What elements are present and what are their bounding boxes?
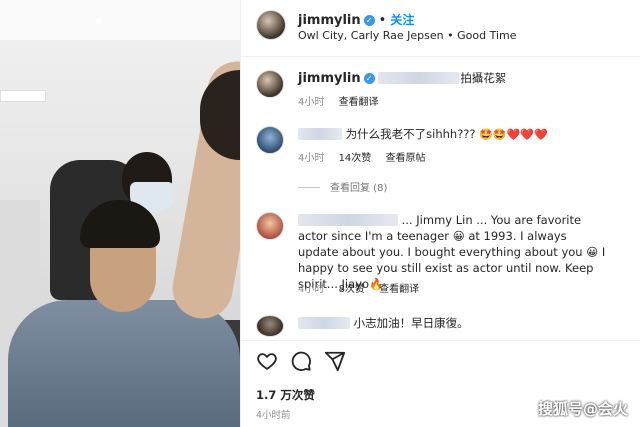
username-link[interactable]: jimmylin <box>298 71 361 86</box>
timestamp: 4小时 <box>298 284 325 295</box>
view-original-link[interactable]: 查看原帖 <box>385 153 425 164</box>
verified-badge-icon: ✓ <box>363 73 375 84</box>
view-replies-label: 查看回复 (8) <box>330 183 388 194</box>
share-icon[interactable] <box>324 350 346 372</box>
post-side-panel: jimmylin ✓ • 关注 Owl City, Carly Rae Jepsen … <box>240 0 640 427</box>
ceiling-light <box>96 18 102 24</box>
blurred-text <box>378 72 461 84</box>
avatar[interactable] <box>256 315 284 337</box>
ceiling <box>0 0 240 40</box>
username-link[interactable]: jimmylin <box>298 13 361 28</box>
comment-meta: 4小时 8次赞 查看翻译 <box>298 280 430 295</box>
comment-icon[interactable] <box>290 350 312 372</box>
heart-icon[interactable] <box>256 350 278 372</box>
timestamp: 4小时 <box>298 153 325 164</box>
avatar[interactable] <box>256 126 284 154</box>
emoji-sequence: 🤩🤩❤️❤️❤️ <box>479 128 548 141</box>
caption-text: jimmylin ✓ 拍攝花絮 <box>298 70 608 87</box>
timestamp: 4小时 <box>298 97 325 108</box>
likes-count[interactable]: 1.7 万次赞 <box>256 387 315 403</box>
view-replies-button[interactable]: 查看回复 (8) <box>298 179 387 194</box>
separator-dot: • <box>378 13 387 28</box>
blurred-username <box>298 214 398 226</box>
verified-badge-icon: ✓ <box>363 15 375 26</box>
post-photo[interactable] <box>0 0 240 427</box>
post-header: jimmylin ✓ • 关注 Owl City, Carly Rae Jepsen … <box>256 10 626 50</box>
header-title: jimmylin ✓ • 关注 <box>298 11 414 28</box>
avatar[interactable] <box>256 70 284 98</box>
blurred-username <box>298 317 350 329</box>
avatar[interactable] <box>256 212 284 240</box>
divider <box>241 56 640 57</box>
watermark: 搜狐号@会火 <box>537 400 628 418</box>
post-timestamp: 4小时前 <box>256 410 291 421</box>
comment-body: 小志加油！早日康復。 <box>353 316 469 330</box>
wall-fixture <box>0 90 46 102</box>
caption-body: 拍攝花絮 <box>460 71 507 85</box>
comment-text: 为什么我老不了sihhh??? 🤩🤩❤️❤️❤️ <box>298 126 608 143</box>
comment-meta: 4小时 14次赞 查看原帖 <box>298 149 436 164</box>
follow-button[interactable]: 关注 <box>390 13 414 27</box>
caption-meta: 4小时 查看翻译 <box>298 93 390 108</box>
likes-count[interactable]: 14次赞 <box>339 153 372 164</box>
likes-count[interactable]: 8次赞 <box>339 284 365 295</box>
translate-link[interactable]: 查看翻译 <box>339 97 379 108</box>
avatar[interactable] <box>256 10 286 40</box>
music-label[interactable]: Owl City, Carly Rae Jepsen • Good Time <box>298 29 517 42</box>
translate-link[interactable]: 查看翻译 <box>379 284 419 295</box>
replies-line <box>298 187 320 188</box>
comment-text: 小志加油！早日康復。 <box>298 315 608 331</box>
comment-body: 为什么我老不了sihhh??? <box>345 127 476 141</box>
actor-jacket <box>8 300 240 427</box>
divider <box>241 340 640 341</box>
blurred-username <box>298 128 342 140</box>
